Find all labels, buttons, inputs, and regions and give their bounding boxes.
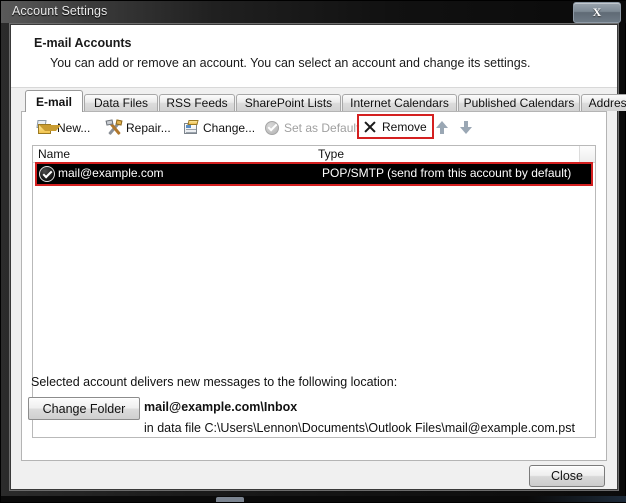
cell-account-name: mail@example.com (58, 166, 164, 180)
table-row[interactable]: mail@example.com POP/SMTP (send from thi… (37, 164, 591, 184)
cell-account-type: POP/SMTP (send from this account by defa… (322, 166, 572, 180)
change-icon (183, 119, 199, 136)
desktop-sliver (1, 496, 626, 502)
title-bar: Account Settings X (1, 1, 626, 23)
list-header: Name Type (33, 146, 595, 163)
move-up-arrow-icon[interactable] (436, 121, 448, 134)
page-title: E-mail Accounts (34, 36, 132, 50)
default-account-check-icon (39, 166, 55, 182)
column-header-name[interactable]: Name (38, 147, 70, 161)
dialog-footer: Close (11, 462, 617, 489)
accounts-list[interactable]: Name Type mail@example.com POP/SMTP (sen… (32, 145, 596, 438)
close-button[interactable]: Close (529, 465, 605, 487)
dialog-body: E-mail Accounts You can add or remove an… (10, 24, 626, 490)
page-subtitle: You can add or remove an account. You ca… (50, 56, 531, 70)
set-as-default-button[interactable]: Set as Default (261, 117, 362, 138)
tab-email[interactable]: E-mail (25, 90, 83, 112)
close-icon: X (592, 5, 602, 19)
tab-internet-calendars[interactable]: Internet Calendars (342, 94, 457, 111)
repair-account-button[interactable]: Repair... (103, 117, 174, 138)
remove-account-button[interactable]: Remove (357, 114, 434, 139)
remove-x-icon (362, 119, 378, 135)
move-down-arrow-icon[interactable] (460, 121, 472, 134)
tab-sharepoint-lists[interactable]: SharePoint Lists (236, 94, 341, 111)
tab-address-books[interactable]: Address Books (581, 94, 626, 111)
accounts-toolbar: New... Repair... Change... Set as Defaul… (22, 112, 606, 142)
change-account-button[interactable]: Change... (180, 117, 258, 138)
new-account-button[interactable]: New... (34, 117, 93, 138)
taskbar-blob (216, 497, 244, 502)
tab-strip: E-mail Data Files RSS Feeds SharePoint L… (11, 89, 626, 112)
tab-data-files[interactable]: Data Files (84, 94, 158, 111)
tab-rss-feeds[interactable]: RSS Feeds (159, 94, 235, 111)
account-settings-window: Account Settings X E-mail Accounts You c… (0, 0, 626, 503)
repair-icon (105, 118, 123, 136)
new-account-label: New... (57, 120, 91, 135)
selected-row-highlight: mail@example.com POP/SMTP (send from thi… (35, 162, 593, 186)
window-title: Account Settings (12, 4, 108, 18)
tab-published-calendars[interactable]: Published Calendars (458, 94, 580, 111)
change-account-label: Change... (203, 120, 256, 135)
list-header-corner (579, 146, 595, 162)
change-folder-button[interactable]: Change Folder (28, 397, 140, 420)
dialog-header: E-mail Accounts You can add or remove an… (11, 25, 617, 88)
check-circle-icon (264, 120, 280, 136)
delivery-data-file: in data file C:\Users\Lennon\Documents\O… (144, 421, 575, 435)
remove-account-label: Remove (382, 119, 427, 134)
repair-account-label: Repair... (126, 120, 171, 135)
set-as-default-label: Set as Default (284, 120, 360, 135)
delivery-location-label: Selected account delivers new messages t… (31, 375, 398, 389)
new-mail-icon (36, 119, 61, 136)
window-close-button[interactable]: X (573, 2, 621, 23)
delivery-path: mail@example.com\Inbox (144, 400, 298, 414)
column-header-type[interactable]: Type (318, 147, 344, 161)
